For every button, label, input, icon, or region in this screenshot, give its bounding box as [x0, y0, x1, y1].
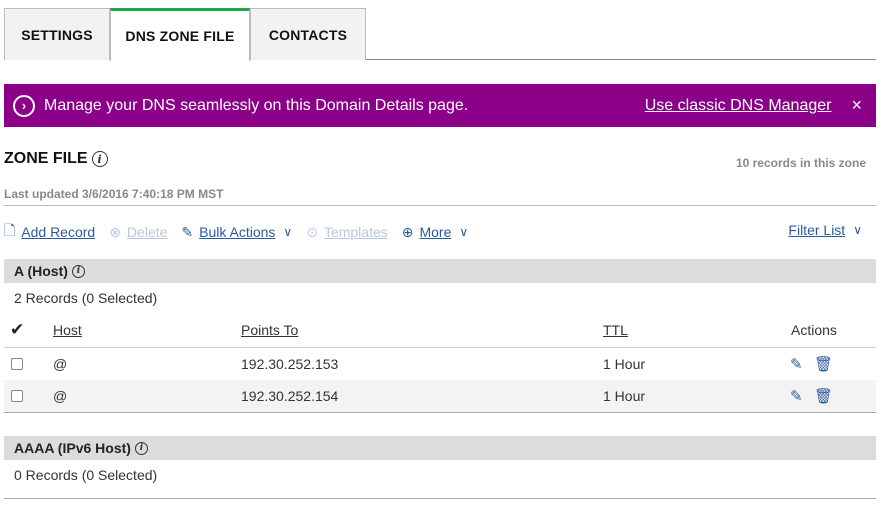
- zone-file-title: ZONE FILE: [4, 150, 88, 167]
- divider: [4, 205, 876, 206]
- table-row: @ 192.30.252.154 1 Hour ✎ 🗑: [4, 380, 876, 412]
- dns-manager-banner: › Manage your DNS seamlessly on this Dom…: [4, 84, 876, 127]
- delete-label: Delete: [126, 224, 168, 240]
- plus-circle-icon: ⊕: [401, 223, 414, 240]
- divider: [4, 498, 876, 499]
- add-record-label: Add Record: [21, 224, 96, 240]
- add-document-icon: 🗋: [4, 222, 16, 238]
- bulk-actions-button[interactable]: ✎ Bulk Actions ∨: [181, 224, 292, 241]
- bulk-actions-label: Bulk Actions: [199, 224, 276, 240]
- zone-toolbar: 🗋 Add Record ⊗ Delete ✎ Bulk Actions ∨ ⊙…: [4, 222, 876, 242]
- section-header-a-host: A (Host) i: [4, 259, 876, 283]
- host-cell: @: [53, 356, 68, 372]
- chevron-down-icon: ∨: [283, 225, 293, 239]
- section-title: AAAA (IPv6 Host): [14, 440, 131, 456]
- select-all-check-icon[interactable]: ✔: [10, 320, 24, 340]
- section-title: A (Host): [14, 263, 68, 279]
- points-to-cell: 192.30.252.153: [241, 356, 339, 372]
- edit-icon[interactable]: ✎: [790, 355, 803, 373]
- chevron-down-icon: ∨: [853, 223, 862, 237]
- chevron-down-icon: ∨: [459, 225, 469, 239]
- divider: [4, 412, 876, 413]
- delete-button[interactable]: ⊗ Delete: [109, 224, 167, 241]
- filter-list-button[interactable]: Filter List ∨: [788, 222, 862, 238]
- banner-message: Manage your DNS seamlessly on this Domai…: [44, 96, 469, 114]
- trash-icon[interactable]: 🗑: [814, 387, 833, 405]
- templates-circle-icon: ⊙: [306, 223, 318, 240]
- templates-label: Templates: [323, 224, 388, 240]
- tab-bar: SETTINGS DNS ZONE FILE CONTACTS: [4, 8, 876, 61]
- tab-contacts[interactable]: CONTACTS: [250, 8, 366, 60]
- use-classic-dns-manager-link[interactable]: Use classic DNS Manager: [645, 97, 832, 115]
- templates-button[interactable]: ⊙ Templates: [306, 224, 388, 241]
- host-cell: @: [53, 388, 68, 404]
- filter-list-label: Filter List: [788, 222, 846, 238]
- tab-settings[interactable]: SETTINGS: [4, 8, 110, 60]
- bulk-edit-icon: ✎: [181, 223, 194, 240]
- edit-icon[interactable]: ✎: [790, 387, 803, 405]
- ttl-cell: 1 Hour: [603, 356, 646, 372]
- info-icon[interactable]: i: [134, 441, 148, 455]
- trash-icon[interactable]: 🗑: [814, 355, 833, 373]
- add-record-button[interactable]: 🗋 Add Record: [4, 220, 95, 244]
- records-count: 10 records in this zone: [735, 156, 866, 170]
- section-header-aaaa-ipv6-host: AAAA (IPv6 Host) i: [4, 436, 876, 460]
- section-record-count: 2 Records (0 Selected): [14, 290, 158, 306]
- section-record-count: 0 Records (0 Selected): [14, 467, 158, 483]
- column-header-ttl[interactable]: TTL: [603, 322, 628, 338]
- column-header-host[interactable]: Host: [53, 322, 82, 338]
- ttl-cell: 1 Hour: [603, 388, 646, 404]
- info-icon[interactable]: i: [91, 151, 108, 167]
- last-updated: Last updated 3/6/2016 7:40:18 PM MST: [4, 187, 224, 201]
- tab-dns-zone-file[interactable]: DNS ZONE FILE: [110, 8, 250, 61]
- info-icon[interactable]: i: [71, 264, 85, 278]
- close-icon[interactable]: ×: [851, 95, 862, 116]
- column-header-points-to[interactable]: Points To: [241, 322, 298, 338]
- page-title: ZONE FILE i: [4, 150, 108, 168]
- row-checkbox[interactable]: [11, 390, 23, 402]
- points-to-cell: 192.30.252.154: [241, 388, 339, 404]
- chevron-right-circle-icon: ›: [13, 94, 35, 117]
- table-row: @ 192.30.252.153 1 Hour ✎ 🗑: [4, 348, 876, 380]
- delete-circle-icon: ⊗: [109, 223, 121, 240]
- more-label: More: [419, 224, 452, 240]
- more-button[interactable]: ⊕ More ∨: [402, 224, 468, 241]
- row-checkbox[interactable]: [11, 358, 23, 370]
- column-header-actions: Actions: [791, 322, 837, 338]
